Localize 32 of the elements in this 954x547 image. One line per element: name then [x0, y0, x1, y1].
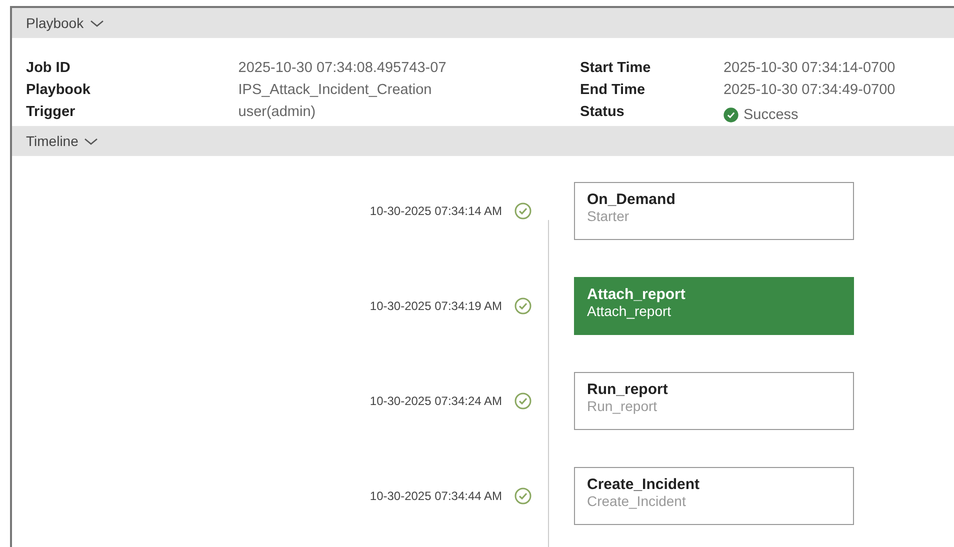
field-value: 2025-10-30 07:34:14-0700: [723, 60, 896, 78]
section-header[interactable]: Playbook: [12, 8, 954, 38]
step-name: Run_report: [587, 381, 669, 398]
step-card[interactable]: Run_report Run_report: [574, 372, 854, 430]
timestamp: 10-30-2025 07:34:19 AM: [368, 298, 503, 315]
status-text: Success: [743, 106, 798, 124]
section-header[interactable]: Timeline: [12, 126, 954, 156]
field-label: Playbook: [26, 82, 92, 100]
field-label: Start Time: [580, 60, 652, 78]
step-card[interactable]: On_Demand Starter: [574, 182, 854, 240]
step-card[interactable]: Attach_report Attach_report: [574, 277, 854, 335]
field-label: Trigger: [26, 104, 76, 122]
step-name: Attach_report: [587, 286, 686, 303]
step-card[interactable]: Create_Incident Create_Incident: [574, 467, 854, 525]
field-label: End Time: [580, 82, 646, 100]
timestamp: 10-30-2025 07:34:44 AM: [368, 488, 503, 505]
timestamp: 10-30-2025 07:34:24 AM: [368, 393, 503, 410]
field-value: IPS_Attack_Incident_Creation: [238, 82, 433, 100]
field-label: Job ID: [26, 60, 72, 78]
step-subtitle: Starter: [587, 208, 630, 225]
field-value: user(admin): [238, 104, 317, 122]
step-subtitle: Create_Incident: [587, 493, 687, 510]
step-subtitle: Attach_report: [587, 303, 672, 320]
field-value: 2025-10-30 07:34:08.495743-07: [238, 60, 448, 78]
step-subtitle: Run_report: [587, 398, 658, 415]
timestamp: 10-30-2025 07:34:14 AM: [368, 203, 503, 220]
step-name: On_Demand: [587, 191, 676, 208]
section-title: Playbook: [26, 14, 84, 33]
step-name: Create_Incident: [587, 476, 701, 493]
field-label: Status: [580, 104, 626, 122]
section-title: Timeline: [26, 132, 78, 150]
field-value: 2025-10-30 07:34:49-0700: [723, 82, 896, 100]
